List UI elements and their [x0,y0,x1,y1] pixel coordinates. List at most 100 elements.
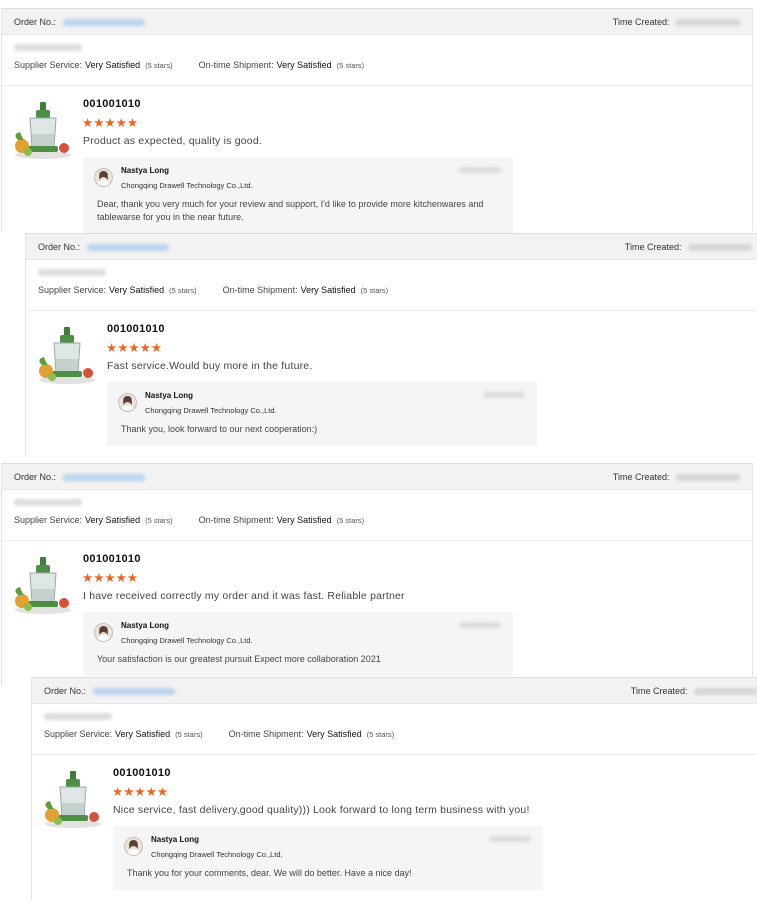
star-rating: ★★★★★ [82,571,139,585]
order-number-link[interactable] [62,18,145,26]
reply-company: Chongqing Drawell Technology Co.,Ltd. [151,850,283,859]
time-created-value [688,243,752,251]
order-header: Order No.: Time Created: [32,677,757,704]
order-header: Order No.: Time Created: [2,463,752,490]
review-body: 001001010 ★★★★★ Fast service.Would buy m… [26,311,757,456]
star-rating: ★★★★★ [112,785,169,799]
reply-author: Nastya Long [151,835,200,844]
review-text: Product as expected, quality is good. [83,135,263,147]
reply-date [483,392,525,398]
supplier-service-stars: (5 stars) [175,729,203,739]
on-time-shipment-value: Very Satisfied [306,729,362,739]
product-id[interactable]: 001001010 [113,767,171,779]
on-time-shipment-label: On-time Shipment: [198,60,274,70]
reply-date [489,836,531,842]
reply-text: Your satisfaction is our greatest pursui… [97,654,381,664]
buyer-name [38,269,106,276]
supplier-service-value: Very Satisfied [85,60,141,70]
review-card-3: Order No.: Time Created: Supplier Servic… [1,463,753,686]
on-time-shipment-stars: (5 stars) [336,515,365,525]
supplier-service-label: Supplier Service: [44,729,113,739]
product-thumbnail[interactable] [34,325,100,387]
on-time-shipment-label: On-time Shipment: [198,515,274,525]
review-body: 001001010 ★★★★★ Product as expected, qua… [2,86,752,233]
product-thumbnail[interactable] [40,769,106,831]
supplier-reply: Nastya Long Chongqing Drawell Technology… [107,382,537,446]
supplier-reply: Nastya Long Chongqing Drawell Technology… [83,157,513,233]
time-created-label: Time Created: [624,241,682,252]
reply-text: Thank you for your comments, dear. We wi… [127,868,412,878]
time-created-label: Time Created: [612,16,670,27]
review-body: 001001010 ★★★★★ I have received correctl… [2,541,752,686]
on-time-shipment-value: Very Satisfied [300,285,356,295]
supplier-service-label: Supplier Service: [14,60,83,70]
reply-author: Nastya Long [121,166,170,175]
on-time-shipment-value: Very Satisfied [276,515,332,525]
time-created-label: Time Created: [612,471,670,482]
supplier-service-label: Supplier Service: [14,515,83,525]
on-time-shipment-label: On-time Shipment: [228,729,304,739]
time-created-value [694,687,757,695]
supplier-service-stars: (5 stars) [145,515,173,525]
reply-text: Thank you, look forward to our next coop… [121,424,318,434]
order-no-label: Order No.: [38,241,81,252]
reply-company: Chongqing Drawell Technology Co.,Ltd. [121,181,253,190]
supplier-service-value: Very Satisfied [109,285,165,295]
reply-text: Dear, thank you very much for your revie… [97,199,484,222]
supplier-service-label: Supplier Service: [38,285,107,295]
review-text: I have received correctly my order and i… [83,590,405,602]
on-time-shipment-stars: (5 stars) [360,285,389,295]
star-rating: ★★★★★ [106,341,163,355]
time-created-value [676,18,740,26]
buyer-name [14,44,82,51]
supplier-service-stars: (5 stars) [169,285,197,295]
reply-author: Nastya Long [121,621,170,630]
reply-company: Chongqing Drawell Technology Co.,Ltd. [145,406,277,415]
on-time-shipment-value: Very Satisfied [276,60,332,70]
order-header: Order No.: Time Created: [2,8,752,35]
buyer-name [14,499,82,506]
product-thumbnail[interactable] [10,100,76,162]
product-thumbnail[interactable] [10,555,76,617]
avatar [94,623,113,642]
order-no-label: Order No.: [14,16,57,27]
reply-date [459,167,501,173]
supplier-service-value: Very Satisfied [85,515,141,525]
supplier-reply: Nastya Long Chongqing Drawell Technology… [113,826,543,890]
rating-summary: Supplier Service: Very Satisfied (5 star… [32,713,757,755]
order-no-label: Order No.: [44,685,87,696]
order-header: Order No.: Time Created: [26,233,757,260]
reply-author: Nastya Long [145,391,194,400]
avatar [124,837,143,856]
on-time-shipment-stars: (5 stars) [366,729,395,739]
reply-date [459,622,501,628]
product-id[interactable]: 001001010 [83,98,141,110]
star-rating: ★★★★★ [82,116,139,130]
review-card-2: Order No.: Time Created: Supplier Servic… [25,233,757,456]
order-number-link[interactable] [92,687,175,695]
review-text: Fast service.Would buy more in the futur… [107,360,313,372]
time-created-label: Time Created: [630,685,688,696]
rating-summary: Supplier Service: Very Satisfied (5 star… [26,269,757,311]
supplier-service-value: Very Satisfied [115,729,171,739]
avatar [118,393,137,412]
buyer-name [44,713,112,720]
review-card-4: Order No.: Time Created: Supplier Servic… [31,677,757,900]
order-number-link[interactable] [62,473,145,481]
on-time-shipment-label: On-time Shipment: [222,285,298,295]
reply-company: Chongqing Drawell Technology Co.,Ltd. [121,636,253,645]
time-created-value [676,473,740,481]
rating-summary: Supplier Service: Very Satisfied (5 star… [2,44,752,86]
avatar [94,168,113,187]
review-body: 001001010 ★★★★★ Nice service, fast deliv… [32,755,757,900]
product-id[interactable]: 001001010 [107,323,165,335]
rating-summary: Supplier Service: Very Satisfied (5 star… [2,499,752,541]
supplier-reply: Nastya Long Chongqing Drawell Technology… [83,612,513,676]
review-card-1: Order No.: Time Created: Supplier Servic… [1,8,753,233]
supplier-service-stars: (5 stars) [145,60,173,70]
order-no-label: Order No.: [14,471,57,482]
order-number-link[interactable] [86,243,169,251]
product-id[interactable]: 001001010 [83,553,141,565]
review-text: Nice service, fast delivery,good quality… [113,804,530,816]
on-time-shipment-stars: (5 stars) [336,60,365,70]
